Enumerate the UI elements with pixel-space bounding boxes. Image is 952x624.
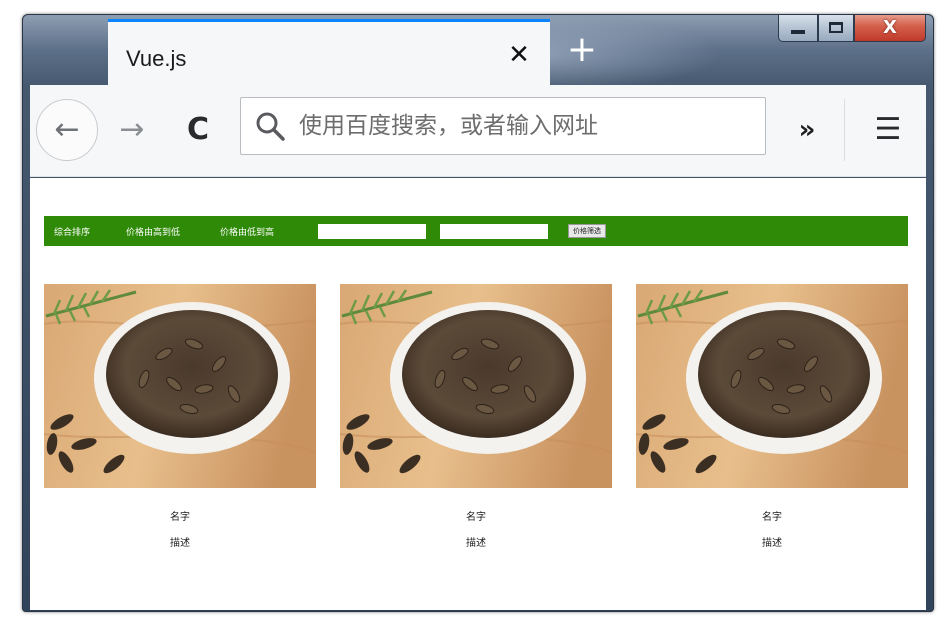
tab-vuejs[interactable]: Vue.js ✕ bbox=[108, 19, 550, 85]
product-card[interactable]: 名字 描述 bbox=[340, 284, 612, 574]
close-window-button[interactable]: X bbox=[854, 14, 926, 42]
price-filter-button[interactable]: 价格筛选 bbox=[568, 224, 606, 238]
window-controls: X bbox=[778, 14, 926, 42]
product-name: 名字 bbox=[466, 512, 486, 523]
page-content: 综合排序 价格由高到低 价格由低到高 - 价格筛选 bbox=[30, 178, 926, 610]
reload-button[interactable]: C bbox=[178, 107, 218, 153]
product-description: 描述 bbox=[762, 538, 782, 549]
search-icon bbox=[256, 112, 285, 141]
maximize-button[interactable] bbox=[818, 14, 854, 42]
back-button[interactable]: ← bbox=[36, 99, 98, 161]
new-tab-button[interactable]: + bbox=[562, 30, 602, 70]
maximize-icon bbox=[829, 22, 843, 33]
sort-price-asc-link[interactable]: 价格由低到高 bbox=[220, 225, 274, 238]
toolbar-separator bbox=[844, 99, 845, 161]
product-list: 名字 描述 名字 描述 名字 描述 bbox=[44, 284, 908, 574]
url-input[interactable] bbox=[299, 106, 749, 146]
product-card[interactable]: 名字 描述 bbox=[636, 284, 908, 574]
overflow-menu-button[interactable]: » bbox=[782, 107, 832, 153]
tab-title: Vue.js bbox=[126, 46, 187, 71]
url-bar[interactable] bbox=[240, 97, 766, 155]
product-description: 描述 bbox=[466, 538, 486, 549]
browser-window: Vue.js ✕ + X ← → C » ☰ 综合排序 价格 bbox=[22, 14, 934, 612]
navigation-bar: ← → C » ☰ bbox=[30, 85, 926, 177]
product-name: 名字 bbox=[762, 512, 782, 523]
forward-button[interactable]: → bbox=[112, 107, 152, 153]
max-price-input[interactable] bbox=[440, 224, 548, 239]
product-image bbox=[44, 284, 316, 488]
product-card[interactable]: 名字 描述 bbox=[44, 284, 316, 574]
close-icon: X bbox=[883, 17, 897, 38]
min-price-input[interactable] bbox=[318, 224, 426, 239]
tab-close-icon[interactable]: ✕ bbox=[506, 40, 532, 70]
product-image bbox=[636, 284, 908, 488]
filter-toolbar: 综合排序 价格由高到低 价格由低到高 - 价格筛选 bbox=[44, 216, 908, 246]
product-name: 名字 bbox=[170, 512, 190, 523]
minimize-button[interactable] bbox=[778, 14, 818, 42]
hamburger-menu-button[interactable]: ☰ bbox=[866, 107, 910, 153]
product-description: 描述 bbox=[170, 538, 190, 549]
minimize-icon bbox=[791, 29, 805, 34]
sort-default-link[interactable]: 综合排序 bbox=[54, 225, 90, 238]
product-image bbox=[340, 284, 612, 488]
sort-price-desc-link[interactable]: 价格由高到低 bbox=[126, 225, 180, 238]
